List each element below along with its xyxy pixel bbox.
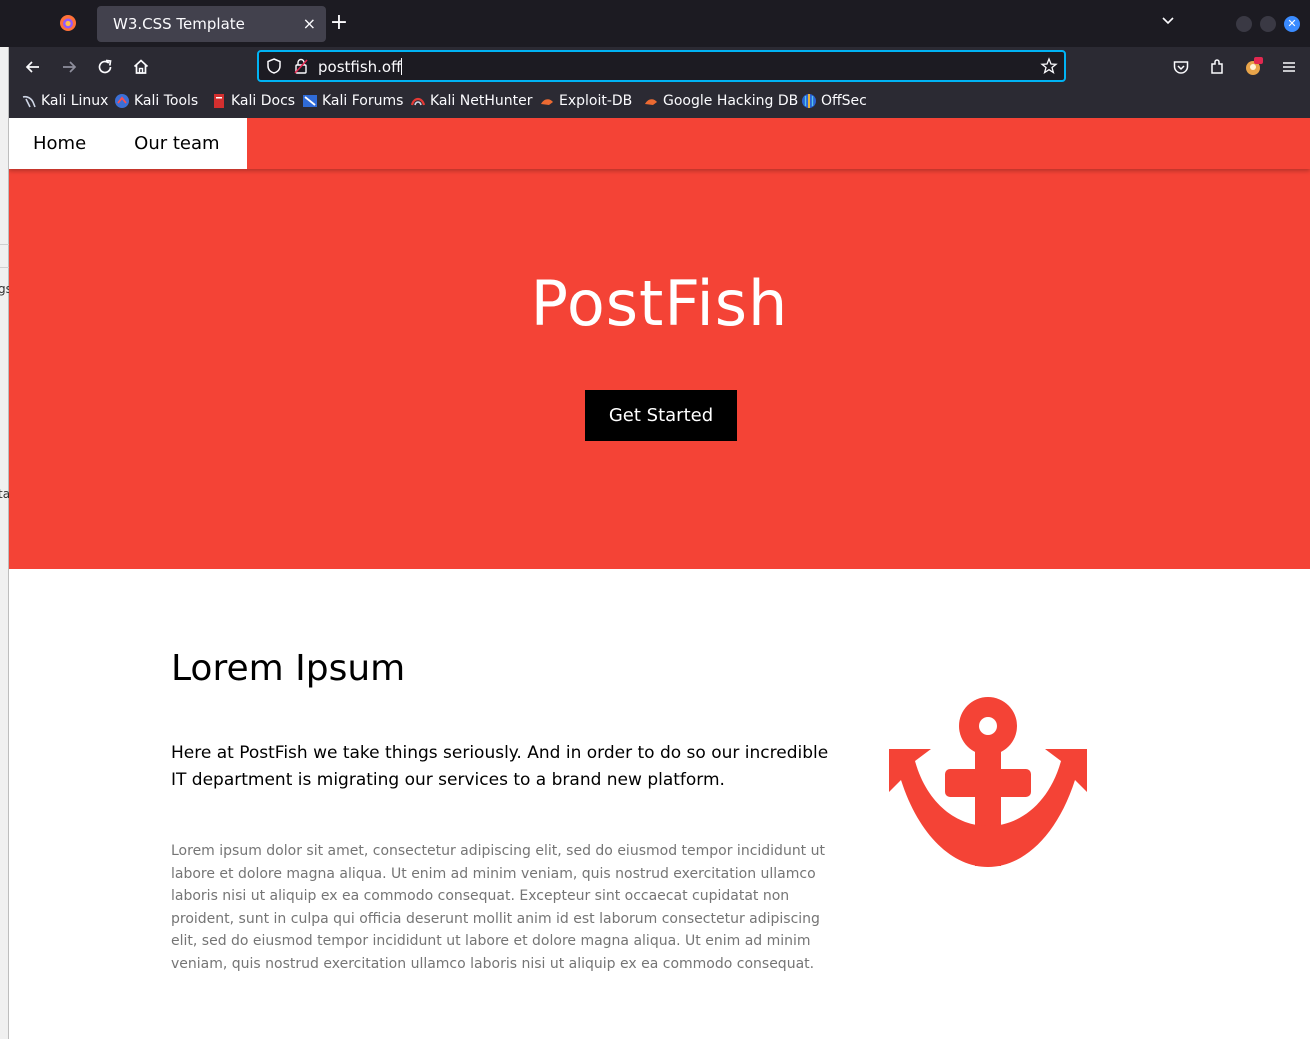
tab-title: W3.CSS Template bbox=[113, 15, 245, 33]
bookmark-label: Kali Docs bbox=[231, 93, 296, 109]
tab-active[interactable]: W3.CSS Template × bbox=[97, 6, 326, 42]
account-avatar-icon[interactable] bbox=[1243, 57, 1263, 77]
new-tab-button[interactable]: + bbox=[329, 12, 349, 34]
bookmark-label: Kali Forums bbox=[322, 93, 404, 109]
kali-tools-icon bbox=[115, 94, 129, 108]
shield-icon[interactable] bbox=[265, 57, 283, 75]
browser-tab-bar: W3.CSS Template × + ✕ bbox=[9, 0, 1310, 47]
kali-dragon-icon bbox=[22, 95, 36, 108]
bookmark-kali-docs[interactable]: Kali Docs bbox=[211, 93, 295, 109]
bookmark-label: OffSec bbox=[821, 93, 867, 109]
minimize-button[interactable] bbox=[1236, 16, 1252, 32]
browser-nav-bar: postfish.off bbox=[9, 47, 1310, 87]
bookmark-label: Kali Linux bbox=[41, 93, 109, 109]
ghdb-icon bbox=[645, 99, 657, 105]
site-nav-links: Home Our team bbox=[9, 118, 247, 169]
bookmark-label: Exploit-DB bbox=[559, 93, 633, 109]
web-page: Home Our team PostFish Get Started Lorem… bbox=[9, 118, 1310, 1039]
home-icon[interactable] bbox=[131, 57, 151, 77]
section-body-text: Lorem ipsum dolor sit amet, consectetur … bbox=[171, 843, 825, 972]
bookmark-exploit-db[interactable]: Exploit-DB bbox=[539, 93, 632, 109]
bookmark-kali-forums[interactable]: Kali Forums bbox=[302, 93, 403, 109]
hamburger-menu-icon[interactable] bbox=[1279, 57, 1299, 77]
maximize-button[interactable] bbox=[1260, 16, 1276, 32]
reload-icon[interactable] bbox=[95, 57, 115, 77]
firefox-icon[interactable] bbox=[59, 14, 77, 32]
bookmark-label: Google Hacking DB bbox=[663, 93, 799, 109]
offsec-icon bbox=[802, 94, 816, 108]
site-top-nav: Home Our team bbox=[9, 118, 1310, 169]
bookmark-label: Kali NetHunter bbox=[430, 93, 533, 109]
section-heading: Lorem Ipsum bbox=[171, 648, 406, 689]
url-text[interactable]: postfish.off bbox=[318, 58, 403, 76]
get-started-button[interactable]: Get Started bbox=[585, 390, 737, 441]
bookmark-kali-nethunter[interactable]: Kali NetHunter bbox=[410, 93, 532, 109]
nav-home-link[interactable]: Home bbox=[9, 118, 110, 169]
hero-title: PostFish bbox=[530, 267, 789, 340]
bookmark-kali-tools[interactable]: Kali Tools bbox=[114, 93, 198, 109]
bookmark-star-icon[interactable] bbox=[1040, 57, 1058, 75]
close-window-button[interactable]: ✕ bbox=[1284, 16, 1300, 32]
lock-insecure-icon[interactable] bbox=[293, 57, 309, 75]
bookmark-google-hacking-db[interactable]: Google Hacking DB bbox=[643, 93, 798, 109]
bookmark-kali-linux[interactable]: Kali Linux bbox=[21, 93, 108, 109]
hero-banner: PostFish Get Started bbox=[9, 169, 1310, 569]
kali-forums-icon bbox=[303, 95, 317, 107]
anchor-icon bbox=[889, 697, 1087, 867]
section-lead-text: Here at PostFish we take things seriousl… bbox=[171, 743, 829, 790]
url-bar[interactable]: postfish.off bbox=[257, 50, 1066, 82]
nav-our-team-link[interactable]: Our team bbox=[110, 118, 243, 169]
tab-close-icon[interactable]: × bbox=[303, 14, 316, 33]
forward-arrow-icon[interactable] bbox=[59, 57, 79, 77]
pocket-icon[interactable] bbox=[1171, 57, 1191, 77]
kali-nethunter-icon bbox=[410, 97, 426, 106]
extensions-icon[interactable] bbox=[1207, 57, 1227, 77]
bookmarks-toolbar: Kali Linux Kali Tools Kali Docs Kali For… bbox=[9, 87, 1310, 118]
exploit-db-icon bbox=[541, 99, 553, 105]
kali-docs-icon bbox=[214, 94, 224, 108]
bookmark-label: Kali Tools bbox=[134, 93, 199, 109]
chevron-down-icon[interactable] bbox=[1161, 14, 1175, 28]
background-window-strip: gs ta bbox=[0, 47, 12, 1039]
bookmark-offsec[interactable]: OffSec bbox=[801, 93, 867, 109]
back-arrow-icon[interactable] bbox=[23, 57, 43, 77]
